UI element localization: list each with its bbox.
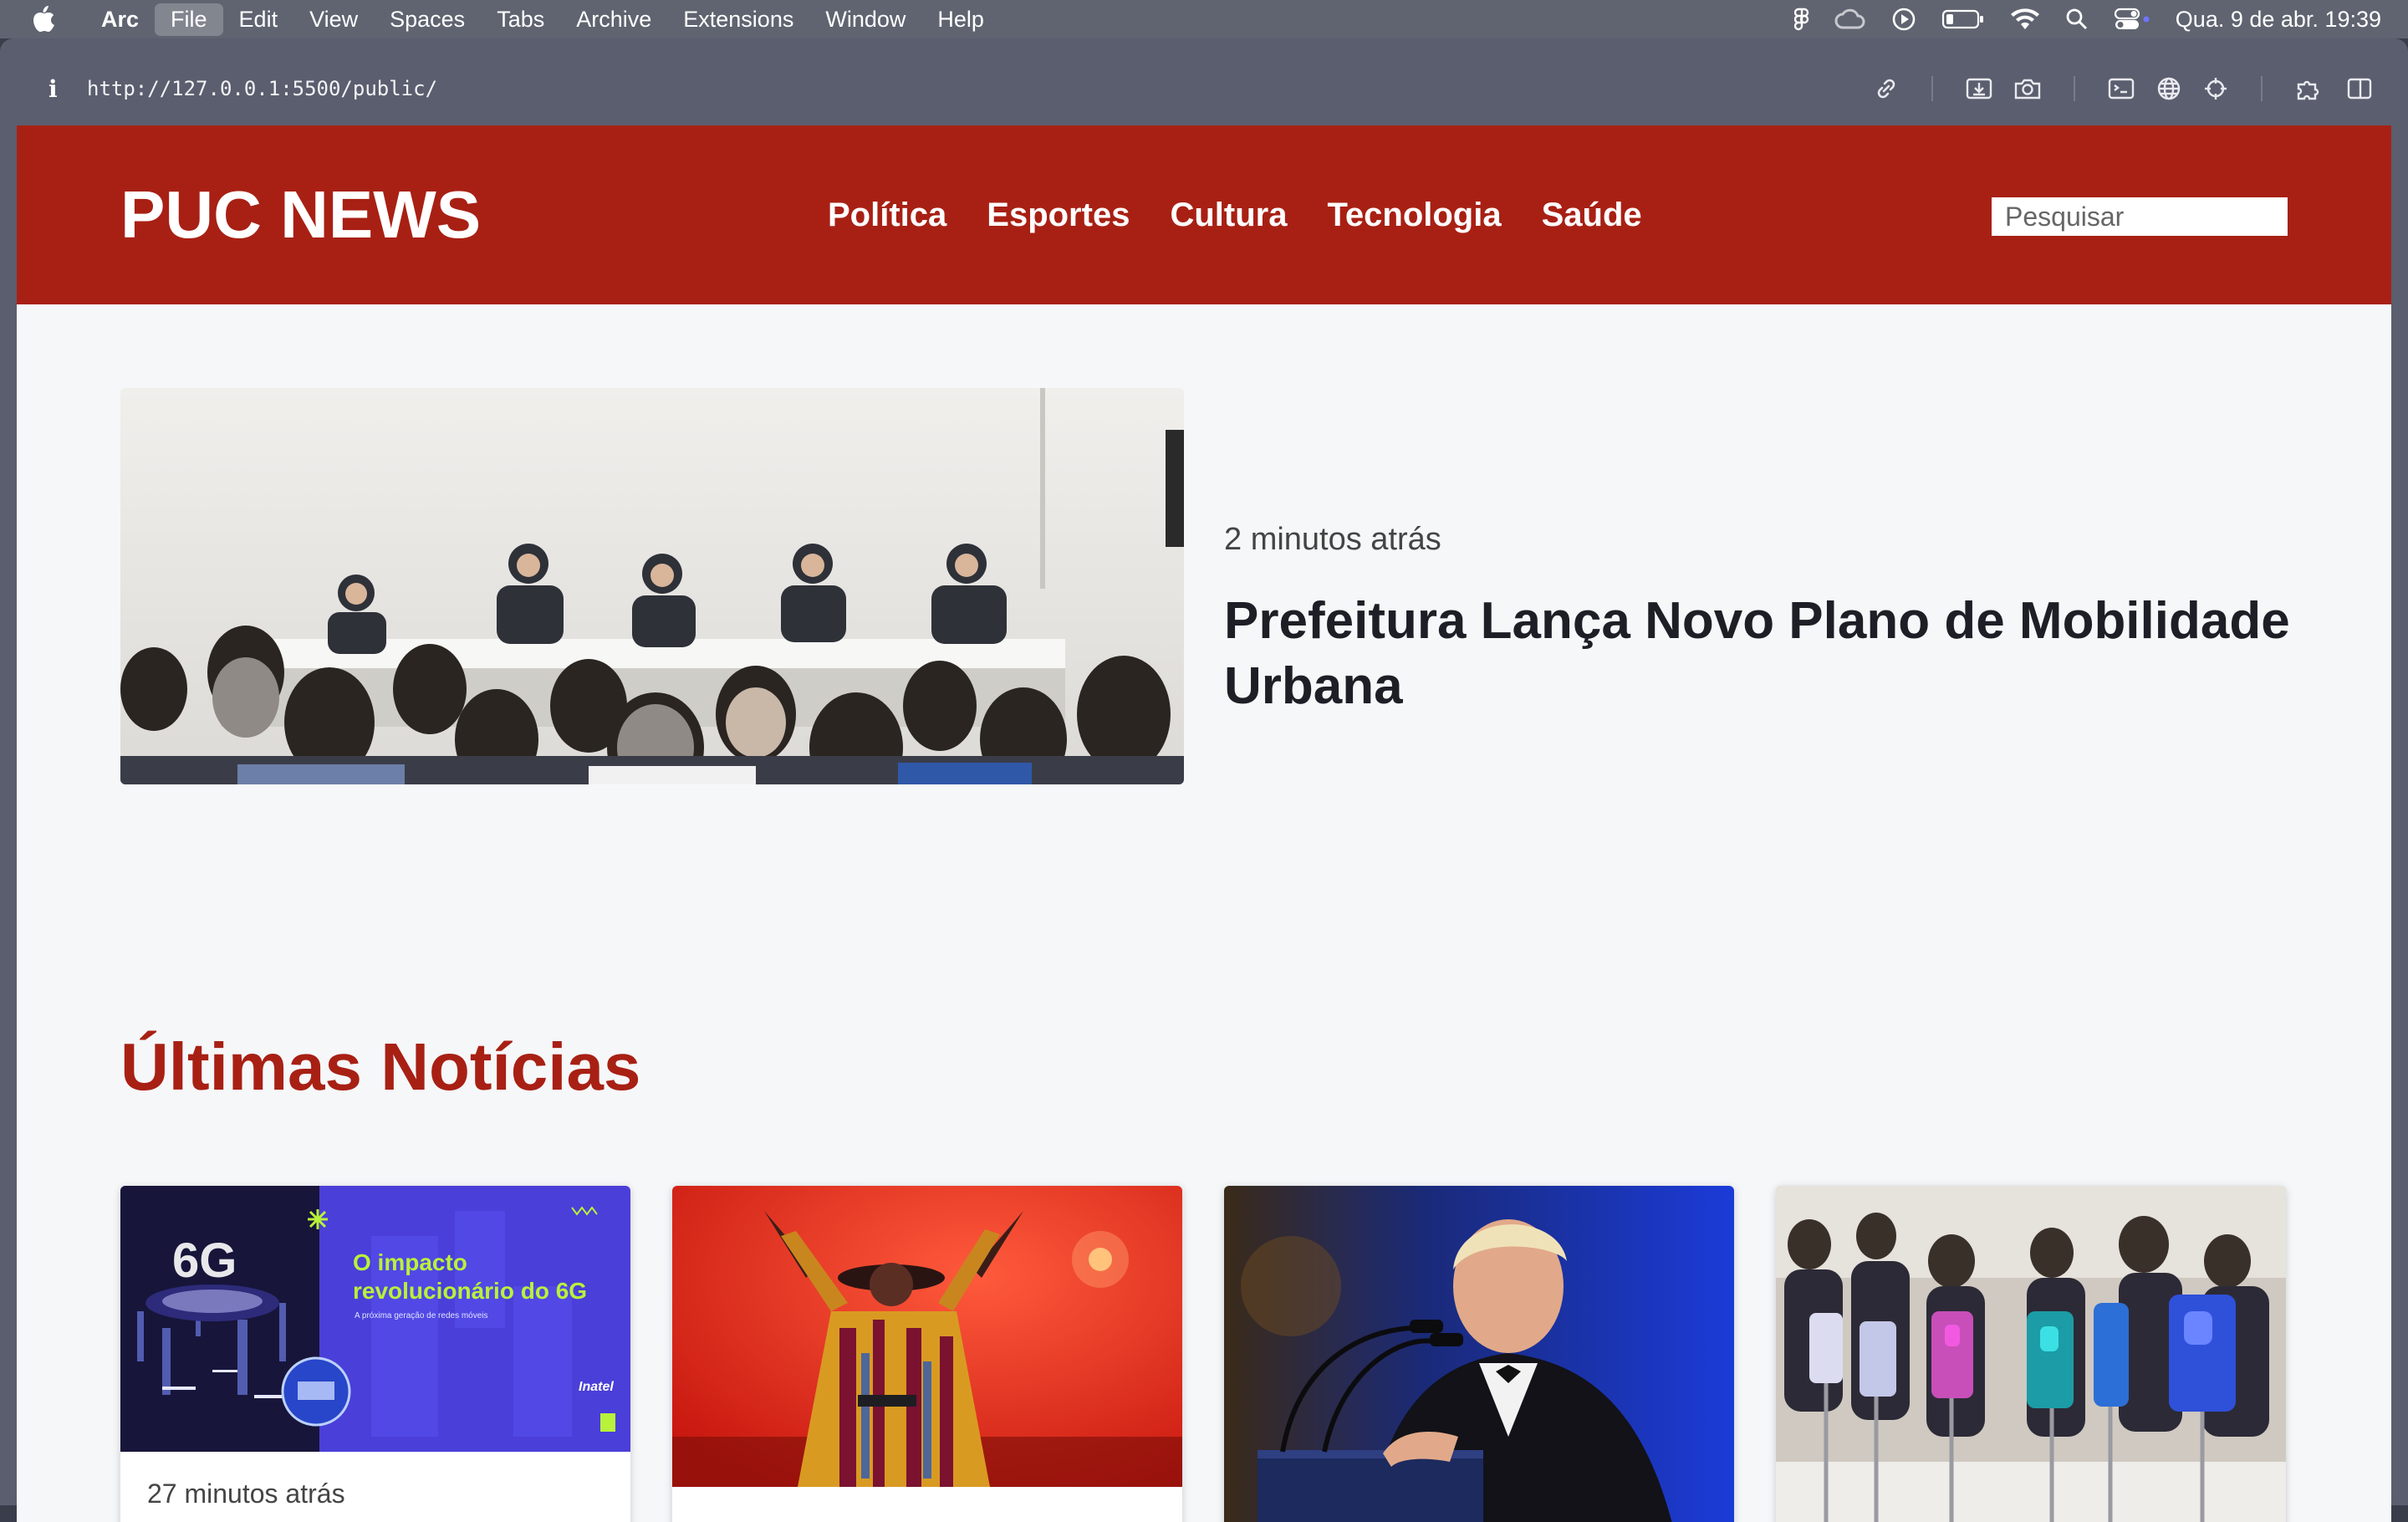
control-center-icon[interactable] xyxy=(2114,8,2150,31)
globe-icon[interactable] xyxy=(2155,75,2182,102)
camera-icon[interactable] xyxy=(2013,76,2042,101)
menu-file[interactable]: File xyxy=(155,3,223,36)
sidebar-icon[interactable] xyxy=(2346,76,2373,101)
apple-menu-icon[interactable] xyxy=(32,6,60,33)
toolbar-divider xyxy=(2261,76,2263,101)
menu-extensions[interactable]: Extensions xyxy=(667,3,809,36)
news-card-time: 27 minutos atrás xyxy=(147,1479,345,1509)
menu-edit[interactable]: Edit xyxy=(223,3,294,36)
site-nav: Política Esportes Cultura Tecnologia Saú… xyxy=(828,125,1642,304)
news-card-image[interactable] xyxy=(672,1186,1182,1487)
wifi-icon[interactable] xyxy=(2010,8,2040,31)
latest-news-heading: Últimas Notícias xyxy=(120,1029,641,1104)
toolbar-divider xyxy=(2074,76,2075,101)
featured-article-image[interactable] xyxy=(120,388,1184,784)
news-card-image[interactable] xyxy=(1224,1186,1734,1522)
news-card[interactable] xyxy=(1224,1186,1734,1522)
menu-bar: Arc File Edit View Spaces Tabs Archive E… xyxy=(0,0,2408,38)
toolbar-divider xyxy=(1931,76,1933,101)
thumb-headline-1: O impacto xyxy=(353,1249,467,1275)
menu-view[interactable]: View xyxy=(293,3,374,36)
menu-spaces[interactable]: Spaces xyxy=(374,3,481,36)
toolbar-tools xyxy=(1873,59,2373,119)
site-info-icon[interactable]: i xyxy=(48,75,65,103)
site-logo[interactable]: PUC NEWS xyxy=(120,176,481,253)
search-input[interactable] xyxy=(1992,197,2288,236)
featured-article-title[interactable]: Prefeitura Lança Novo Plano de Mobilidad… xyxy=(1224,589,2303,719)
featured-article-time: 2 minutos atrás xyxy=(1224,522,1441,557)
nav-esportes[interactable]: Esportes xyxy=(987,197,1130,234)
thumb-sub: A próxima geração de redes móveis xyxy=(355,1311,488,1320)
news-card-image[interactable] xyxy=(1776,1186,2286,1522)
news-card[interactable] xyxy=(672,1186,1182,1522)
news-card[interactable]: 6G O impacto revolucionário do 6G A próx… xyxy=(120,1186,630,1522)
menu-app-arc[interactable]: Arc xyxy=(85,3,155,36)
battery-icon[interactable] xyxy=(1941,8,1985,30)
nav-saude[interactable]: Saúde xyxy=(1542,197,1642,234)
browser-window: i http://127.0.0.1:5500/public/ PUC NEWS… xyxy=(0,38,2408,1522)
nav-politica[interactable]: Política xyxy=(828,197,946,234)
thumb-brand: Inatel xyxy=(579,1380,614,1394)
news-card-image[interactable]: 6G O impacto revolucionário do 6G A próx… xyxy=(120,1186,630,1452)
news-card[interactable] xyxy=(1776,1186,2286,1522)
extensions-icon[interactable] xyxy=(2294,76,2326,101)
nav-tecnologia[interactable]: Tecnologia xyxy=(1327,197,1501,234)
play-icon[interactable] xyxy=(1891,7,1916,32)
link-icon[interactable] xyxy=(1873,75,1900,102)
menu-tabs[interactable]: Tabs xyxy=(481,3,560,36)
nav-cultura[interactable]: Cultura xyxy=(1170,197,1287,234)
figma-icon[interactable] xyxy=(1793,8,1809,31)
browser-toolbar: i http://127.0.0.1:5500/public/ xyxy=(17,59,2391,119)
search-icon[interactable] xyxy=(2065,8,2089,31)
latest-news-grid: 6G O impacto revolucionário do 6G A próx… xyxy=(120,1186,2288,1522)
capture-icon[interactable] xyxy=(1965,76,1993,101)
site-header: PUC NEWS Política Esportes Cultura Tecno… xyxy=(17,125,2391,304)
menu-help[interactable]: Help xyxy=(921,3,1000,36)
thumb-badge: 6G xyxy=(172,1233,237,1288)
target-icon[interactable] xyxy=(2202,75,2229,102)
thumb-headline-2: revolucionário do 6G xyxy=(353,1278,588,1304)
featured-article[interactable]: 2 minutos atrás Prefeitura Lança Novo Pl… xyxy=(120,388,2290,784)
creative-cloud-icon[interactable] xyxy=(1834,8,1866,31)
terminal-icon[interactable] xyxy=(2107,76,2135,101)
web-viewport: PUC NEWS Política Esportes Cultura Tecno… xyxy=(17,125,2391,1522)
menubar-clock[interactable]: Qua. 9 de abr. 19:39 xyxy=(2176,7,2381,33)
url-bar[interactable]: http://127.0.0.1:5500/public/ xyxy=(87,77,437,100)
menu-window[interactable]: Window xyxy=(809,3,921,36)
menu-archive[interactable]: Archive xyxy=(560,3,667,36)
